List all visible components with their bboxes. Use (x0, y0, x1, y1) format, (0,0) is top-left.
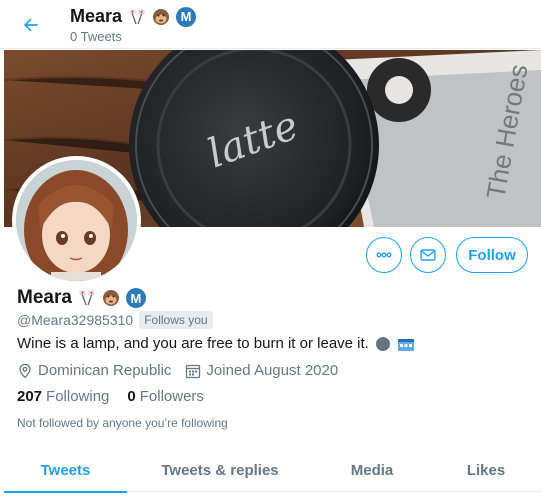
follows-you-badge: Follows you (139, 311, 213, 329)
profile-tabs: Tweets Tweets & replies Media Likes (4, 448, 541, 493)
follow-stats: 207 Following 0 Followers (17, 388, 204, 405)
crossed-flags-emoji (128, 8, 146, 26)
message-button[interactable] (410, 237, 446, 273)
back-button[interactable] (18, 12, 44, 38)
hotel-emoji (397, 336, 415, 352)
location-text: Dominican Republic (38, 362, 172, 379)
crossed-flags-emoji (78, 289, 96, 307)
m-badge-icon: M (176, 6, 197, 27)
tab-tweets-replies[interactable]: Tweets & replies (127, 448, 313, 492)
followers-count: 0 (127, 388, 136, 405)
joined-text: Joined August 2020 (206, 362, 339, 379)
profile-avatar[interactable] (12, 156, 141, 285)
header-name: Meara (70, 6, 123, 26)
following-count: 207 (17, 388, 43, 405)
more-options-button[interactable] (366, 237, 402, 273)
followers-label: Followers (139, 388, 204, 405)
header-title: Meara M (70, 6, 197, 27)
monkey-face-emoji (102, 289, 120, 307)
profile-header-bar: Meara M 0 Tweets (0, 0, 541, 49)
tab-likes[interactable]: Likes (431, 448, 541, 492)
tab-tweets[interactable]: Tweets (4, 448, 127, 493)
location-pin-icon (19, 363, 31, 378)
new-moon-emoji (375, 336, 391, 352)
calendar-icon (186, 364, 201, 378)
avatar-image (16, 160, 137, 281)
m-badge-icon: M (125, 288, 146, 308)
joined-item: Joined August 2020 (185, 362, 338, 379)
profile-name: Meara (17, 287, 72, 308)
followers-stat[interactable]: 0 Followers (127, 388, 204, 405)
profile-name-row: Meara M (17, 287, 146, 309)
following-label: Following (46, 388, 110, 405)
monkey-face-emoji (152, 8, 170, 26)
handle-row: @Meara32985310 Follows you (17, 311, 213, 329)
profile-handle: @Meara32985310 (17, 312, 134, 328)
profile-bio: Wine is a lamp, and you are free to burn… (17, 335, 415, 352)
tweet-count: 0 Tweets (70, 29, 122, 44)
tab-media[interactable]: Media (313, 448, 431, 492)
bio-text: Wine is a lamp, and you are free to burn… (17, 335, 369, 352)
back-arrow-icon (24, 18, 38, 32)
follow-button[interactable]: Follow (456, 237, 528, 273)
following-stat[interactable]: 207 Following (17, 388, 109, 405)
message-icon (420, 249, 436, 261)
more-options-icon (376, 252, 392, 258)
not-followed-notice: Not followed by anyone you’re following (17, 416, 228, 430)
location-item: Dominican Republic (17, 362, 171, 379)
profile-meta: Dominican Republic Joined August 2020 (17, 362, 352, 379)
